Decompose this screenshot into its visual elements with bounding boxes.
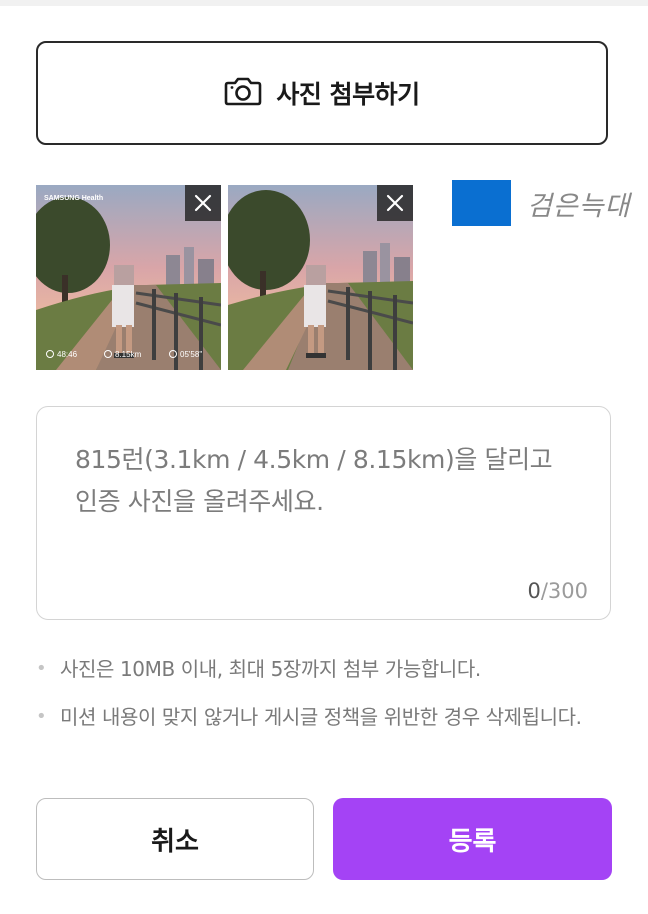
char-count: 0 bbox=[527, 579, 541, 603]
notice-item: • 사진은 10MB 이내, 최대 5장까지 첨부 가능합니다. bbox=[36, 652, 616, 686]
nickname-color-swatch bbox=[452, 180, 511, 226]
brand-overlay: SAMSUNG Health bbox=[44, 195, 103, 202]
close-icon bbox=[386, 194, 404, 212]
char-counter: 0/300 bbox=[527, 579, 588, 603]
textarea-placeholder: 815런(3.1km / 4.5km / 8.15km)을 달리고 인증 사진을… bbox=[75, 445, 553, 516]
bullet-icon: • bbox=[36, 658, 47, 679]
submit-button[interactable]: 등록 bbox=[333, 798, 612, 880]
notice-item: • 미션 내용이 맞지 않거나 게시글 정책을 위반한 경우 삭제됩니다. bbox=[36, 700, 616, 734]
bullet-icon: • bbox=[36, 706, 47, 727]
photo-thumbnail[interactable] bbox=[228, 185, 413, 370]
photo-thumbnail[interactable]: SAMSUNG Health 48:46 8.15km 05'58" bbox=[36, 185, 221, 370]
remove-photo-button[interactable] bbox=[185, 185, 221, 221]
stat-distance: 8.15km bbox=[115, 350, 142, 359]
content-textarea[interactable]: 815런(3.1km / 4.5km / 8.15km)을 달리고 인증 사진을… bbox=[36, 406, 611, 620]
camera-icon bbox=[224, 76, 262, 110]
notice-text: 미션 내용이 맞지 않거나 게시글 정책을 위반한 경우 삭제됩니다. bbox=[60, 705, 582, 729]
notice-text: 사진은 10MB 이내, 최대 5장까지 첨부 가능합니다. bbox=[60, 657, 481, 681]
nickname-signature: 검은늑대 bbox=[527, 191, 631, 222]
attach-label: 사진 첨부하기 bbox=[276, 80, 420, 109]
cancel-button[interactable]: 취소 bbox=[36, 798, 314, 880]
close-icon bbox=[194, 194, 212, 212]
stat-time: 48:46 bbox=[57, 350, 78, 359]
char-max: /300 bbox=[540, 579, 588, 603]
attach-photo-button[interactable]: 사진 첨부하기 bbox=[36, 41, 608, 145]
remove-photo-button[interactable] bbox=[377, 185, 413, 221]
top-bar bbox=[0, 0, 648, 6]
stat-pace: 05'58" bbox=[180, 350, 202, 359]
